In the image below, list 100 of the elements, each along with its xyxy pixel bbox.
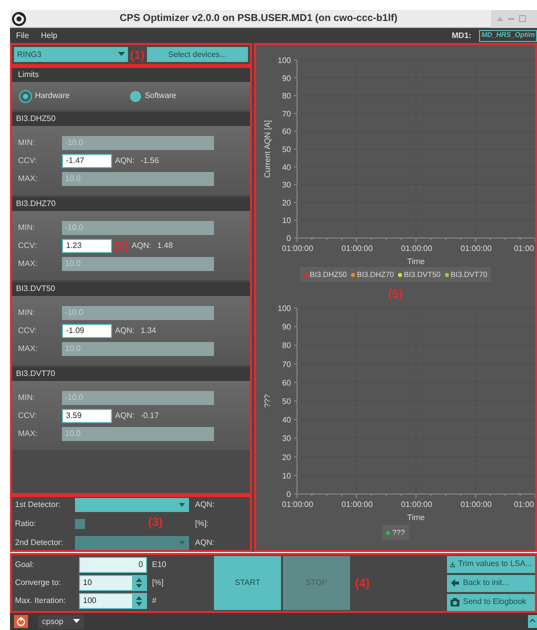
ccv-field[interactable]: -1.47 [62, 154, 112, 168]
field-label: MIN: [18, 392, 36, 404]
aqn-value: 1.48 [157, 240, 173, 252]
dropdown-arrow-icon [179, 502, 185, 506]
x-tick-label: 01:00:00 [282, 244, 314, 253]
y-tick-label: 40 [282, 416, 291, 425]
ccv-field[interactable]: 3.59 [62, 408, 112, 422]
maximize-icon [519, 15, 526, 22]
dropdown-arrow-icon [73, 619, 80, 624]
dropdown-arrow-icon [118, 52, 125, 57]
field-label: MAX: [18, 342, 39, 354]
x-tick-label: 01:00 [514, 500, 534, 509]
radio-label: Hardware [35, 90, 70, 102]
field-label: CCV: [18, 410, 38, 422]
spinner-arrows-icon [132, 594, 146, 608]
device-header: BI3.DHZ50 [12, 112, 250, 126]
field-label: Goal: [15, 559, 36, 571]
spinner-field[interactable]: 10 [79, 575, 147, 591]
detector-dropdown[interactable] [75, 498, 189, 512]
unit-label: # [152, 595, 156, 607]
y-tick-label: 50 [282, 145, 291, 154]
y-tick-label: 0 [286, 234, 291, 243]
y-tick-label: 20 [282, 452, 291, 462]
field-label: CCV: [18, 240, 38, 252]
app-logo-icon [12, 12, 26, 26]
aqn-label: AQN: [115, 410, 135, 422]
radio-button[interactable] [20, 90, 31, 102]
axis-title: Current AQN [A] [263, 120, 272, 178]
x-tick-label: 01:00:00 [460, 500, 492, 509]
annotation-label: (2) [114, 238, 129, 252]
radio-button[interactable] [130, 90, 141, 102]
y-tick-label: 100 [278, 304, 291, 313]
unit-label: AQN: [195, 498, 215, 510]
field-label: MAX: [18, 258, 39, 270]
y-tick-label: 10 [282, 216, 291, 226]
axis-title: Time [407, 513, 425, 522]
aqn-label: AQN: [115, 154, 135, 166]
field-label: MIN: [18, 136, 36, 148]
minimize-icon [508, 18, 514, 20]
goal-field[interactable]: 0 [79, 557, 147, 573]
annotation-label: (5) [388, 286, 403, 303]
y-tick-label: 40 [282, 162, 291, 172]
device-header: BI3.DVT70 [12, 367, 250, 381]
annotation-label: (4) [355, 575, 370, 592]
menu-item[interactable]: File [10, 30, 35, 42]
action-button[interactable]: Trim values to LSA... [447, 556, 535, 572]
x-tick-label: 01:00:00 [342, 244, 373, 253]
spinner-field[interactable]: 100 [79, 593, 147, 609]
y-tick-label: 50 [282, 397, 291, 406]
aqn-label: AQN: [115, 324, 135, 336]
ratio-checkbox[interactable] [75, 518, 85, 528]
y-tick-label: 90 [282, 74, 291, 83]
ccv-field[interactable]: -1.09 [62, 324, 112, 338]
x-tick-label: 01:00:00 [401, 500, 432, 509]
axis-title: ??? [263, 394, 272, 408]
x-tick-label: 01:00:00 [282, 500, 314, 509]
field-label: 1st Detector: [15, 498, 62, 510]
power-icon [14, 615, 28, 628]
unit-label: [%] [152, 577, 164, 589]
window-title: CPS Optimizer v2.0.0 on PSB.USER.MD1 (on cwo-ccc-b1lf) [118, 12, 398, 26]
field-label: CCV: [18, 154, 38, 166]
aqn-value: -0.17 [140, 410, 159, 422]
app-switcher[interactable]: cpsop [38, 614, 84, 628]
dropdown-arrow-icon [179, 540, 185, 544]
field-label: MIN: [18, 306, 36, 318]
section-header: Limits [12, 68, 250, 82]
y-tick-label: 90 [282, 322, 291, 332]
spinner-arrows-icon [132, 576, 146, 590]
action-button[interactable]: Back to init... [447, 574, 535, 592]
y-tick-label: 30 [282, 180, 291, 190]
unit-label: E10 [152, 559, 166, 571]
menu-item[interactable]: Help [34, 30, 64, 42]
ring-dropdown[interactable]: RING3 [14, 47, 128, 62]
camera-icon [450, 596, 460, 608]
arrow-up-icon [497, 16, 503, 20]
y-tick-label: 70 [282, 109, 291, 118]
y-tick-label: 30 [282, 434, 291, 444]
y-tick-label: 20 [282, 198, 291, 208]
radio-label: Software [144, 90, 176, 102]
action-button[interactable]: START [214, 556, 281, 610]
axis-title: Time [407, 257, 425, 266]
field-label: MIN: [18, 222, 36, 234]
x-tick-label: 01:00:00 [460, 244, 492, 253]
y-tick-label: 100 [278, 56, 291, 65]
unit-label: [%]: [195, 518, 209, 530]
action-button[interactable]: Send to Elogbook [447, 594, 535, 610]
ccv-field[interactable]: 1.23 [62, 238, 112, 252]
y-tick-label: 10 [282, 471, 291, 480]
dropdown-value: RING3 [17, 48, 42, 60]
field-label: 2nd Detector: [15, 536, 64, 548]
device-header: BI3.DHZ70 [12, 197, 250, 211]
field-label: Ratio: [15, 518, 37, 530]
select-devices-button[interactable]: Select devices... [146, 47, 248, 62]
field-label: Converge to: [15, 577, 62, 589]
y-tick-label: 70 [282, 360, 291, 369]
x-tick-label: 01:00:00 [342, 500, 373, 509]
device-header: BI3.DVT50 [12, 282, 250, 296]
y-tick-label: 0 [286, 490, 291, 499]
annotation-label: (1) [130, 46, 145, 64]
field-label: MAX: [18, 428, 39, 440]
